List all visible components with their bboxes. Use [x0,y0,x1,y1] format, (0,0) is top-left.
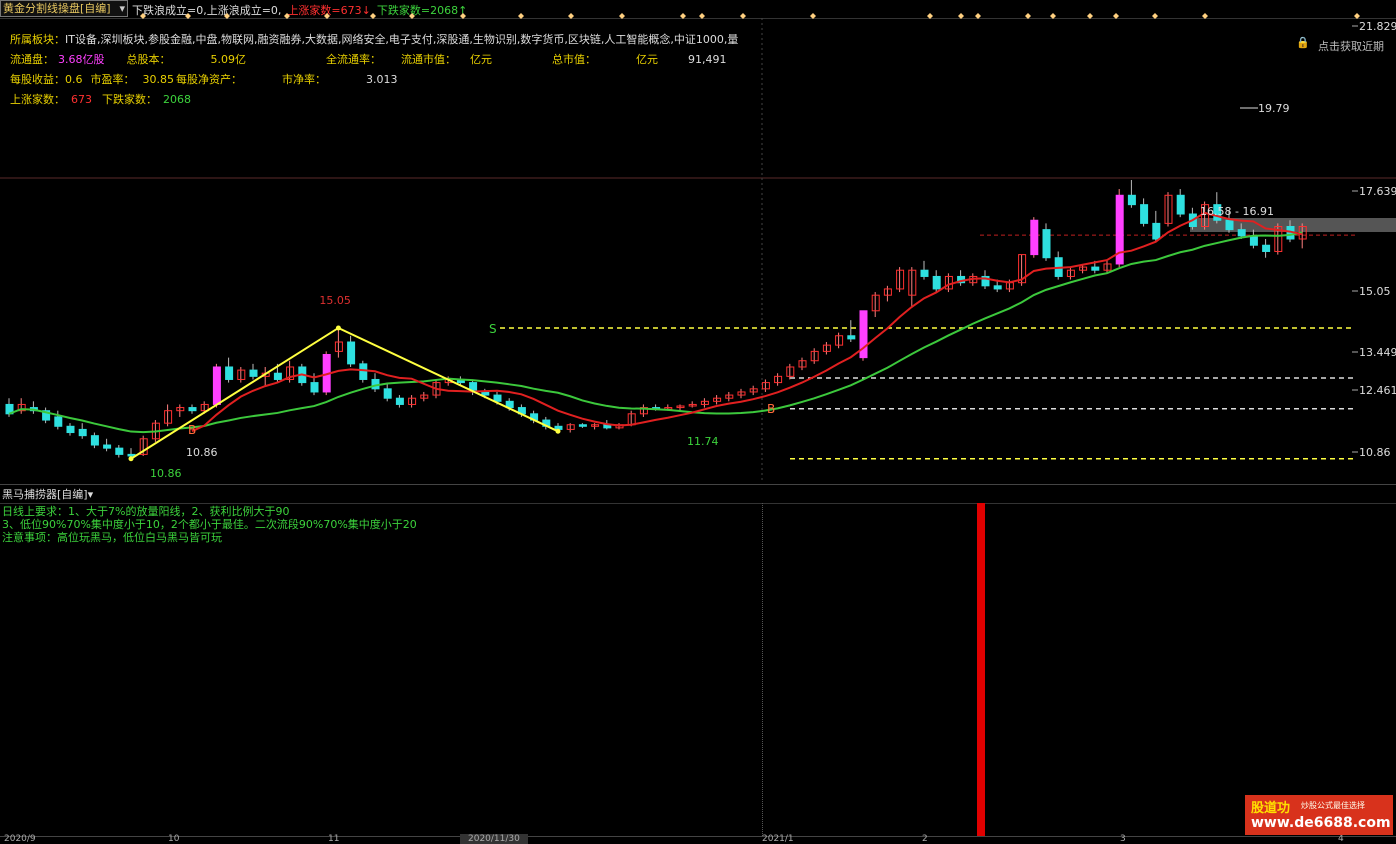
candle-body [249,369,258,377]
candle-body [578,424,587,427]
swing-low-label: 10.86 [150,467,182,480]
candle-body [1042,229,1051,259]
chevron-down-icon: ▾ [119,2,125,15]
candle-body [359,363,368,380]
swing-point [335,325,341,331]
candle-body [1176,194,1185,215]
candle-body [1152,222,1161,240]
candle-body [395,397,404,405]
range-label: 16.58 - 16.91 [1200,205,1274,218]
sub-indicator-bar: 黑马捕捞器[自编]▾ [0,485,1396,504]
signal-bar [977,503,985,836]
candle-body [1249,235,1258,246]
candle-body [493,394,502,402]
year-separator [762,503,763,836]
candle-body [54,416,63,427]
candle-body [481,391,490,396]
zigzag-line [130,326,559,460]
candle-body [920,269,929,277]
formula-title-bar: 黄金分割线操盘[自编] ▾ 下跌浪成立=0,上涨浪成立=0, 上涨家数=673↓ 下… [0,0,1396,19]
formula-name: 黄金分割线操盘[自编] [3,2,111,15]
candle-body [66,425,75,434]
swing-point [128,456,134,462]
chevron-down-icon: ▾ [87,488,94,501]
sub-indicator-notes: 日线上要求：1、大于7%的放量阳线，2、获利比例大于90 3、低位90%70%集… [2,505,417,544]
price-axis-label: 12.461 [1359,384,1396,397]
candle-body [90,435,99,446]
note-line: 注意事项：高位玩黑马，低位白马黑马皆可玩 [2,531,222,544]
sell-signal-label: S [489,322,497,336]
swing-high-label: 15.05 [319,294,351,307]
note-line: 3、低位90%70%集中度小于10，2个都小于最佳。二次流段90%70%集中度小… [2,518,417,531]
candle-body [273,372,282,380]
candle-body [127,453,136,457]
candle-body [1091,266,1100,271]
candle-body [1140,204,1149,224]
candle-body [103,444,112,449]
price-axis-label: 17.639 [1359,185,1396,198]
watermark-url: www.de6688.com [1251,815,1391,831]
candle-body [1225,219,1234,231]
candle-body [225,366,234,380]
candle-body [993,285,1002,290]
note-line: 日线上要求：1、大于7%的放量阳线，2、获利比例大于90 [2,505,290,518]
candle-body [1262,244,1271,252]
ma-slow-line [8,231,1303,434]
candlestick-chart[interactable]: 15.05 10.86 10.86 11.74 19.79 16.58 - 16.91 B S… [0,18,1396,483]
candle-body [115,447,124,455]
price-axis-label: 21.829 [1359,20,1396,33]
candle-body [188,407,197,412]
period-high-label: 19.79 [1258,102,1290,115]
candle-body [310,382,319,393]
price-axis-label: 15.05 [1359,285,1391,298]
price-axis-label: 10.86 [1359,446,1391,459]
candle-body [1127,194,1136,206]
buy-signal-label: B [767,402,775,416]
candle-body [1237,229,1246,237]
price-axis-label: 13.449 [1359,346,1396,359]
watermark-brand: 股道功 [1251,801,1291,816]
candle-body [932,275,941,290]
site-watermark: 股道功 炒股公式最佳选择 www.de6688.com [1245,795,1393,835]
candle-body [383,388,392,399]
swing-low-label: 10.86 [186,446,218,459]
watermark-slogan: 炒股公式最佳选择 [1301,801,1365,810]
candle-body [847,335,856,340]
candle-body [78,428,87,437]
candle-body [212,366,221,405]
formula-selector[interactable]: 黄金分割线操盘[自编] ▾ [0,0,128,17]
swing-low-label: 11.74 [687,435,719,448]
ma-fast-line [191,211,1303,433]
swing-point [555,428,561,434]
candle-body [347,341,356,365]
sub-indicator-selector[interactable]: 黑马捕捞器[自编]▾ [2,486,93,502]
sub-indicator-name: 黑马捕捞器[自编] [2,488,88,501]
candle-body [1030,219,1039,256]
buy-signal-label: B [188,423,196,437]
